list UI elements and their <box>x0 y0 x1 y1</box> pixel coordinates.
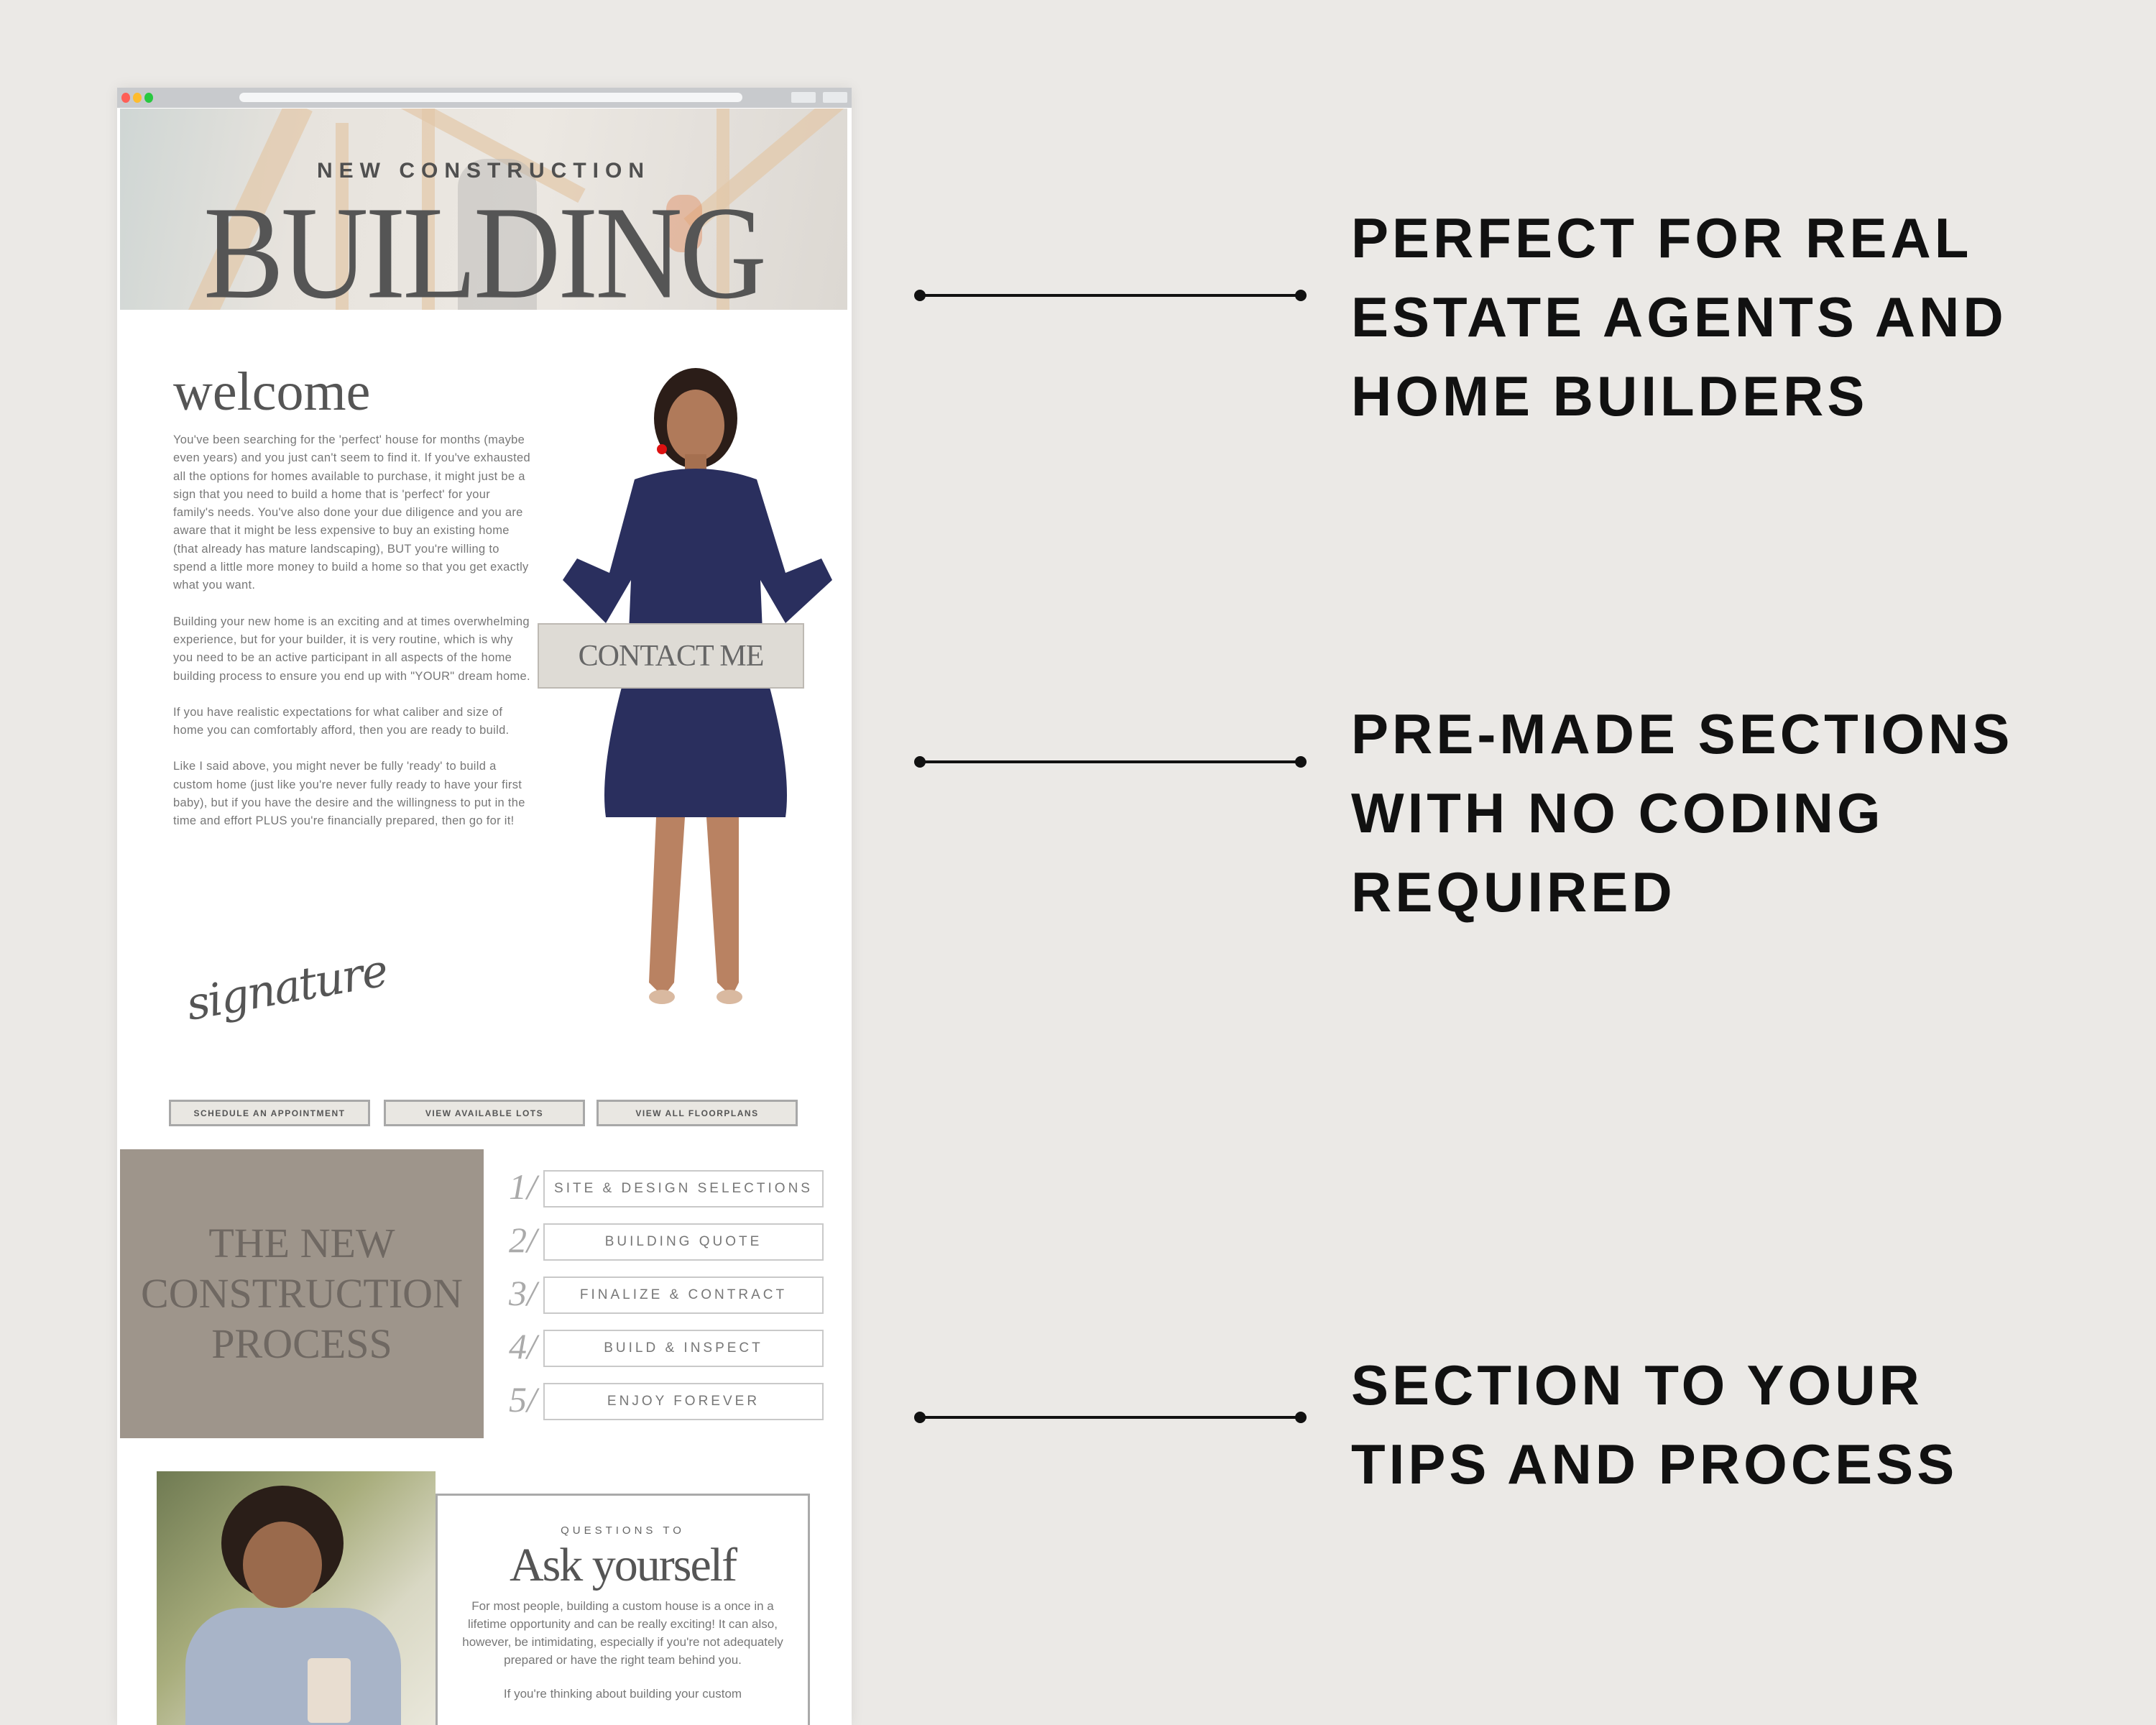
feature-line: PERFECT FOR REAL <box>1351 206 1973 270</box>
step-build-inspect[interactable]: BUILD & INSPECT <box>543 1330 824 1367</box>
hero-title: BUILDING <box>203 179 767 310</box>
connector-dot <box>914 1412 926 1423</box>
toolbar-button[interactable] <box>823 92 847 103</box>
step-building-quote[interactable]: BUILDING QUOTE <box>543 1223 824 1261</box>
feature-text: PRE-MADE SECTIONS WITH NO CODING REQUIRE… <box>1351 694 2013 932</box>
connector-dot <box>1295 290 1307 301</box>
connector-line <box>918 760 1301 763</box>
homeowner-photo <box>157 1471 436 1725</box>
ask-body: If you're thinking about building your c… <box>503 1687 742 1701</box>
ask-body: For most people, building a custom house… <box>462 1599 783 1667</box>
connector-line <box>918 1416 1301 1419</box>
step-number: 2/ <box>509 1220 537 1260</box>
connector-dot <box>1295 1412 1307 1423</box>
ask-yourself-card: QUESTIONS TO Ask yourself For most peopl… <box>436 1494 810 1725</box>
step-finalize-contract[interactable]: FINALIZE & CONTRACT <box>543 1276 824 1314</box>
paragraph: You've been searching for the 'perfect' … <box>173 433 530 592</box>
hero-banner: NEW CONSTRUCTION BUILDING <box>120 109 847 310</box>
schedule-appointment-button[interactable]: SCHEDULE AN APPOINTMENT <box>169 1100 370 1126</box>
paragraph: Building your new home is an exciting an… <box>173 615 530 683</box>
welcome-body: You've been searching for the 'perfect' … <box>173 431 533 849</box>
feature-line: ESTATE AGENTS AND <box>1351 285 2007 349</box>
feature-line: WITH NO CODING <box>1351 781 1884 845</box>
feature-text: PERFECT FOR REAL ESTATE AGENTS AND HOME … <box>1351 198 2007 436</box>
agent-portrait <box>563 368 832 1004</box>
feature-line: PRE-MADE SECTIONS <box>1351 702 2014 765</box>
step-site-design[interactable]: SITE & DESIGN SELECTIONS <box>543 1170 824 1208</box>
maximize-window-icon[interactable] <box>144 93 153 103</box>
connector-dot <box>914 290 926 301</box>
toolbar-button[interactable] <box>791 92 816 103</box>
view-available-lots-button[interactable]: VIEW AVAILABLE LOTS <box>384 1100 585 1126</box>
browser-window: NEW CONSTRUCTION BUILDING welcome You've… <box>117 88 852 1725</box>
feature-text: SECTION TO YOUR TIPS AND PROCESS <box>1351 1346 1958 1504</box>
process-title-line: CONSTRUCTION <box>141 1270 463 1317</box>
step-number: 4/ <box>509 1326 537 1366</box>
connector-dot <box>914 756 926 768</box>
view-all-floorplans-button[interactable]: VIEW ALL FLOORPLANS <box>596 1100 798 1126</box>
welcome-heading: welcome <box>173 362 371 422</box>
connector-dot <box>1295 756 1307 768</box>
ask-pretitle: QUESTIONS TO <box>561 1524 685 1537</box>
browser-toolbar <box>117 88 852 108</box>
feature-line: SECTION TO YOUR <box>1351 1353 1923 1417</box>
feature-line: HOME BUILDERS <box>1351 364 1869 428</box>
signature: signature <box>182 944 391 1031</box>
feature-line: TIPS AND PROCESS <box>1351 1432 1958 1496</box>
contact-me-button[interactable]: CONTACT ME <box>538 623 804 689</box>
ask-title: Ask yourself <box>509 1539 737 1591</box>
process-title-line: THE NEW <box>208 1220 395 1266</box>
step-enjoy-forever[interactable]: ENJOY FOREVER <box>543 1383 824 1420</box>
process-title-panel: THE NEW CONSTRUCTION PROCESS <box>120 1149 484 1438</box>
step-number: 5/ <box>509 1379 537 1420</box>
paragraph: Like I said above, you might never be fu… <box>173 760 525 828</box>
connector-line <box>918 294 1301 297</box>
minimize-window-icon[interactable] <box>133 93 142 103</box>
step-number: 1/ <box>509 1167 537 1207</box>
close-window-icon[interactable] <box>121 93 130 103</box>
paragraph: If you have realistic expectations for w… <box>173 705 510 737</box>
process-title-line: PROCESS <box>211 1320 392 1367</box>
address-bar[interactable] <box>239 93 742 102</box>
step-number: 3/ <box>509 1273 537 1313</box>
feature-line: REQUIRED <box>1351 860 1676 924</box>
